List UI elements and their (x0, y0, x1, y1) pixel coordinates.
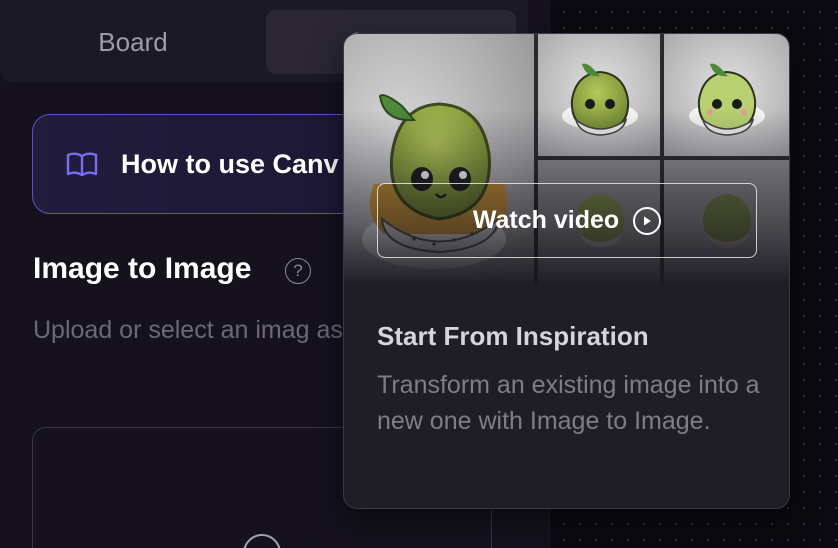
question-circle-icon[interactable]: ? (285, 258, 311, 284)
watch-video-button[interactable]: Watch video (377, 183, 757, 258)
book-open-icon (66, 152, 98, 177)
popover-title: Start From Inspiration (377, 321, 649, 351)
video-thumbnail: Watch video (344, 34, 789, 284)
how-to-use-label: How to use Canv (121, 148, 339, 179)
popover-description: Transform an existing image into a new o… (377, 371, 760, 435)
section-title: Image to Image (33, 252, 252, 285)
inspiration-popover: Watch video Start From Inspiration Trans… (343, 33, 790, 509)
tab-board[interactable]: Board (8, 10, 258, 74)
watch-video-label: Watch video (472, 206, 620, 234)
play-icon (633, 206, 662, 235)
